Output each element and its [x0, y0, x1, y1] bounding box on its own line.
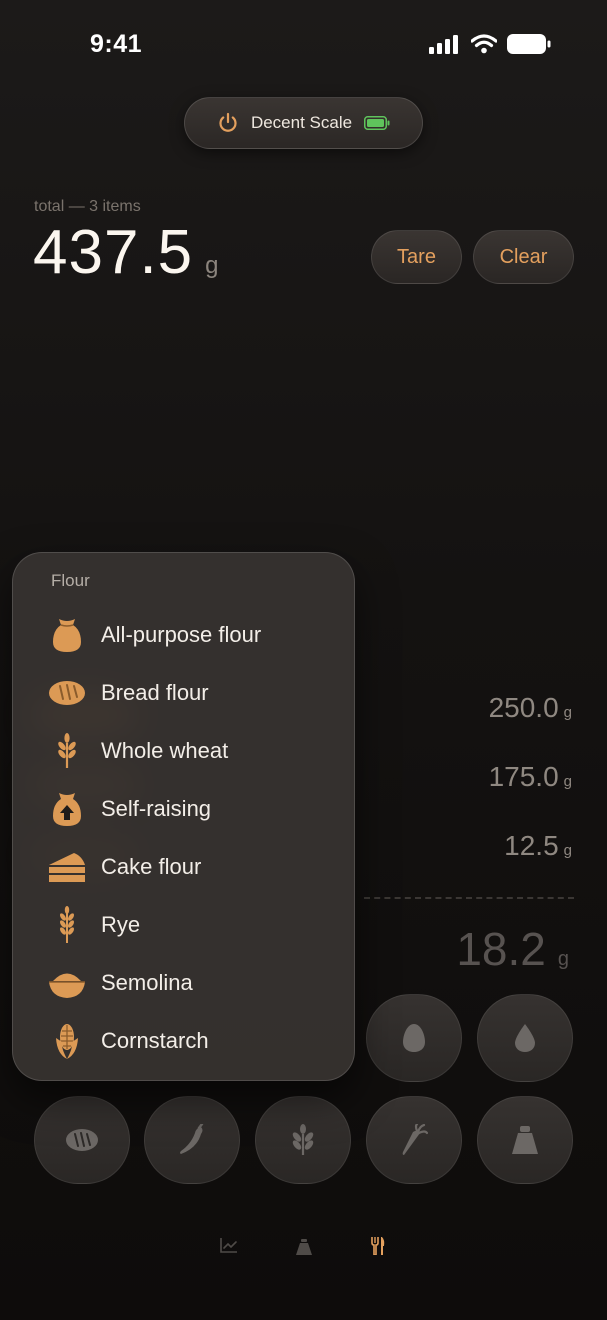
- menu-item-cornstarch[interactable]: Cornstarch: [13, 1015, 354, 1067]
- total-weight-value: 437.5: [33, 218, 194, 287]
- tare-button[interactable]: Tare: [371, 230, 462, 284]
- item-weight-unit: g: [563, 842, 572, 859]
- liquid-button[interactable]: [477, 994, 573, 1082]
- chili-icon: [180, 1124, 204, 1154]
- list-item[interactable]: 175.0 g: [489, 761, 572, 793]
- chart-tab-icon[interactable]: [220, 1237, 238, 1253]
- item-weight-value: 175.0: [488, 761, 559, 792]
- list-item[interactable]: 250.0 g: [489, 692, 572, 724]
- signal-icon: [429, 35, 458, 54]
- menu-item-all-purpose-flour[interactable]: All-purpose flour: [13, 609, 354, 661]
- weight-button[interactable]: [477, 1096, 573, 1184]
- bread-loaf-icon: [47, 673, 87, 713]
- bread-button[interactable]: [34, 1096, 130, 1184]
- wifi-icon: [471, 34, 497, 54]
- power-icon: [219, 112, 237, 132]
- semolina-bowl-icon: [47, 963, 87, 1003]
- menu-item-rye[interactable]: Rye: [13, 899, 354, 951]
- corn-icon: [47, 1021, 87, 1061]
- menu-item-label: Cornstarch: [101, 1028, 209, 1053]
- item-weight-value: 12.5: [504, 830, 559, 861]
- menu-title: Flour: [51, 571, 90, 590]
- grain-button[interactable]: [255, 1096, 351, 1184]
- scale-tab-icon[interactable]: [296, 1239, 312, 1255]
- menu-item-label: Bread flour: [101, 680, 209, 705]
- total-caption: total — 3 items: [34, 198, 141, 215]
- egg-button[interactable]: [366, 994, 462, 1082]
- weight-icon: [512, 1126, 538, 1154]
- dashed-divider: [364, 897, 574, 899]
- list-item[interactable]: 12.5 g: [504, 830, 572, 862]
- status-icons: [429, 34, 551, 54]
- egg-icon: [403, 1024, 425, 1052]
- status-time: 9:41: [90, 30, 143, 58]
- device-connection-pill[interactable]: Decent Scale: [184, 97, 423, 149]
- flour-bag-icon: [47, 615, 87, 655]
- battery-level-icon: [364, 116, 390, 130]
- menu-item-label: Cake flour: [101, 854, 202, 879]
- menu-item-bread-flour[interactable]: Bread flour: [13, 667, 354, 719]
- total-weight-unit: g: [205, 252, 220, 279]
- menu-item-label: Whole wheat: [101, 738, 229, 763]
- wheat-icon: [292, 1124, 314, 1155]
- menu-item-label: Semolina: [101, 970, 193, 995]
- self-raising-bag-icon: [47, 789, 87, 829]
- bread-icon: [66, 1129, 98, 1151]
- item-weight-unit: g: [563, 773, 572, 790]
- device-name: Decent Scale: [250, 113, 353, 132]
- wheat-icon: [47, 731, 87, 771]
- menu-item-semolina[interactable]: Semolina: [13, 957, 354, 1009]
- item-weight-value: 250.0: [488, 692, 559, 723]
- carrot-icon: [402, 1124, 428, 1155]
- cake-slice-icon: [47, 847, 87, 887]
- item-weight-unit: g: [563, 704, 572, 721]
- utensils-tab-icon[interactable]: [371, 1237, 385, 1255]
- menu-item-label: Rye: [101, 912, 141, 937]
- total-weight: 437.5 g: [33, 222, 220, 284]
- menu-item-label: All-purpose flour: [101, 622, 262, 647]
- menu-item-self-raising[interactable]: Self-raising: [13, 783, 354, 835]
- spice-button[interactable]: [144, 1096, 240, 1184]
- vegetable-button[interactable]: [366, 1096, 462, 1184]
- live-weight-value: 18.2: [456, 923, 546, 975]
- clear-button[interactable]: Clear: [473, 230, 574, 284]
- rye-icon: [47, 905, 87, 945]
- water-drop-icon: [515, 1024, 535, 1052]
- menu-item-whole-wheat[interactable]: Whole wheat: [13, 725, 354, 777]
- live-weight-unit: g: [557, 948, 569, 970]
- battery-icon: [507, 34, 551, 54]
- menu-item-cake-flour[interactable]: Cake flour: [13, 841, 354, 893]
- live-weight: 18.2 g: [456, 922, 569, 976]
- menu-item-label: Self-raising: [101, 796, 212, 821]
- flour-menu: Flour All-purpose flour Bread flour Whol…: [12, 552, 355, 1081]
